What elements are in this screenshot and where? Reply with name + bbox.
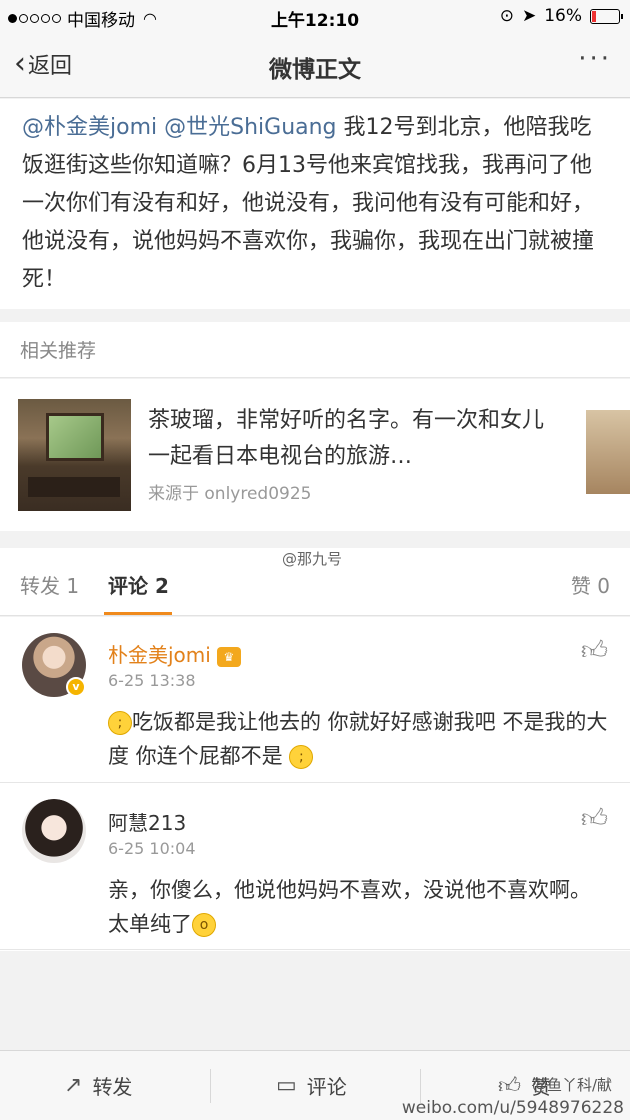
nav-bar: ‹ 返回 微博正文 ···	[0, 32, 630, 98]
sweat-emoji-icon: ;	[108, 711, 132, 735]
comment-icon: ▭	[276, 1073, 297, 1098]
repost-button[interactable]: ↗ 转发	[64, 1071, 132, 1100]
watermark: @那九号	[282, 550, 343, 568]
active-tab-indicator	[104, 612, 172, 615]
page-title: 微博正文	[269, 57, 361, 83]
battery-percent: 16%	[544, 6, 582, 26]
related-thumbnail-next[interactable]	[586, 410, 630, 494]
shocked-emoji-icon: o	[192, 913, 216, 937]
related-source: 来源于 onlyred0925	[148, 484, 312, 504]
rotation-lock-icon: ⊙	[499, 6, 514, 26]
comment-text-content: 亲，你傻么，他说他妈妈不喜欢，没说他不喜欢啊。太单纯了	[108, 878, 591, 936]
related-card[interactable]: 茶玻瑠，非常好听的名字。有一次和女儿一起看日本电视台的旅游… 来源于 onlyr…	[0, 379, 630, 531]
like-comment-button[interactable]: 👍︎	[581, 803, 608, 834]
verified-badge-icon: v	[66, 677, 86, 697]
battery-icon	[590, 8, 623, 24]
status-bar: 中国移动 ◠ 上午12:10 ⊙ ➤ 16%	[0, 0, 630, 32]
share-icon: ↗	[64, 1073, 83, 1098]
comment-text: ; 吃饭都是我让他去的 你就好好感谢我吧 不是我的大度 你连个屁都不是 ;	[108, 705, 608, 773]
avatar[interactable]	[22, 799, 86, 863]
comment-time: 6-25 10:04	[108, 839, 196, 858]
post-body: @朴金美jomi @世光ShiGuang 我12号到北京，他陪我吃饭逛街这些你知…	[0, 99, 630, 309]
post-text: 我12号到北京，他陪我吃饭逛街这些你知道嘛？6月13号他来宾馆找我，我再问了他一…	[22, 115, 595, 292]
vip-crown-icon: ♛	[216, 646, 241, 667]
comment-button[interactable]: ▭ 评论	[276, 1071, 347, 1100]
watermark-url: weibo.com/u/5948976228	[401, 1098, 624, 1118]
more-button[interactable]: ···	[578, 44, 612, 74]
repost-label: 转发	[92, 1075, 133, 1099]
watermark: @鱼丫科/献	[531, 1076, 612, 1094]
related-text: 茶玻瑠，非常好听的名字。有一次和女儿一起看日本电视台的旅游…	[148, 408, 545, 469]
tab-repost[interactable]: 转发 1	[20, 570, 79, 599]
location-icon: ➤	[521, 6, 537, 26]
divider	[210, 1069, 211, 1103]
mention-link[interactable]: @朴金美jomi	[22, 115, 157, 140]
comment-text: 亲，你傻么，他说他妈妈不喜欢，没说他不喜欢啊。太单纯了 o	[108, 873, 608, 941]
comment-text-content: 吃饭都是我让他去的 你就好好感谢我吧 不是我的大度 你连个屁都不是	[108, 710, 608, 768]
comment-author[interactable]: 朴金美jomi ♛	[108, 639, 241, 668]
comment-time: 6-25 13:38	[108, 671, 196, 690]
comment-label: 评论	[306, 1075, 347, 1099]
tab-comment[interactable]: 评论 2	[108, 570, 630, 599]
status-right: ⊙ ➤ 16%	[499, 6, 623, 26]
comment-list: v 朴金美jomi ♛ 6-25 13:38 ; 吃饭都是我让他去的 你就好好感谢我…	[0, 617, 630, 951]
comment-author-name: 朴金美jomi	[108, 643, 211, 667]
mention-link[interactable]: @世光ShiGuang	[164, 115, 336, 140]
related-header: 相关推荐	[0, 322, 630, 378]
related-thumbnail	[18, 399, 131, 511]
like-comment-button[interactable]: 👍︎	[581, 635, 608, 666]
thumbs-up-icon: 👍︎	[498, 1074, 521, 1099]
tab-like[interactable]: 赞 0	[571, 570, 610, 599]
sweat-emoji-icon: ;	[289, 745, 314, 769]
comment-author[interactable]: 阿慧213	[108, 807, 186, 836]
